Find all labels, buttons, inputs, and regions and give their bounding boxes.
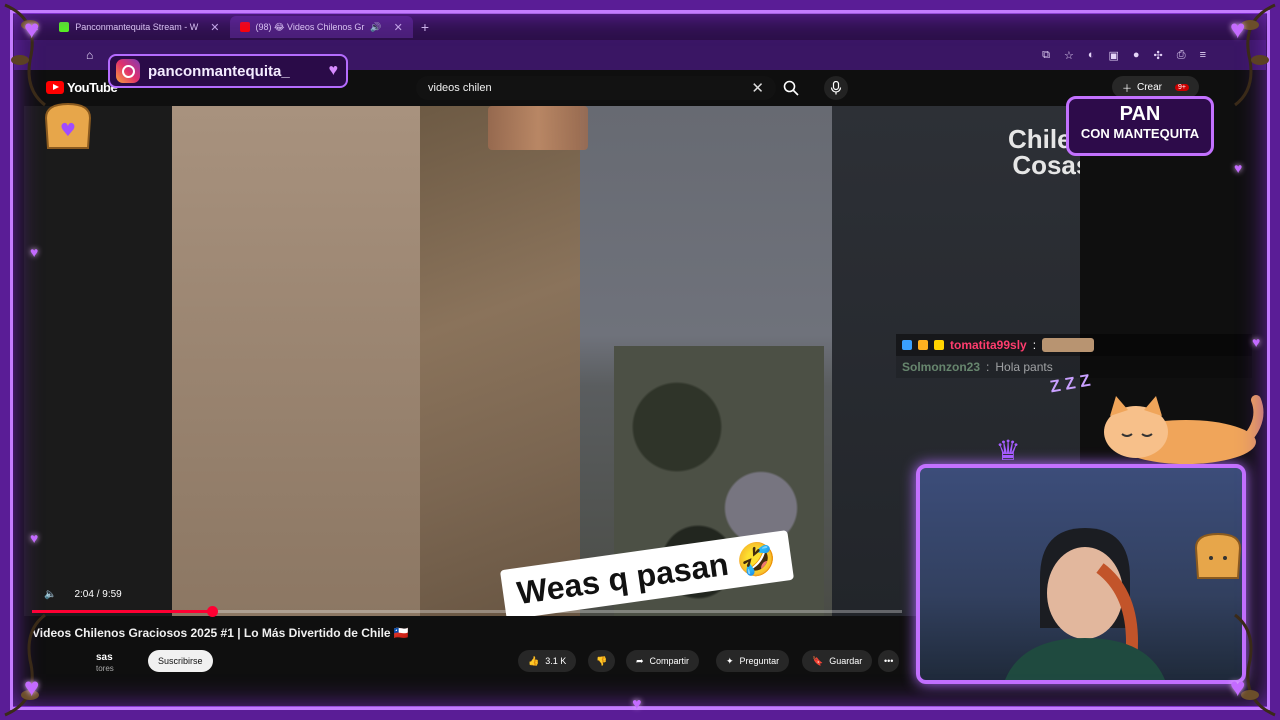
new-tab-button[interactable]: + (413, 19, 437, 35)
heart-icon: ♥ (1230, 14, 1246, 44)
heart-icon: ♥ (1252, 334, 1261, 350)
subscribe-button[interactable]: Suscribirse (148, 650, 213, 672)
heart-icon: ♥ (632, 696, 642, 713)
channel-name[interactable]: sas (96, 652, 113, 663)
bookmark-star-icon[interactable]: ☆ (1064, 49, 1074, 62)
save-button[interactable]: 🔖 Guardar (802, 650, 873, 672)
search-button[interactable] (778, 76, 804, 100)
close-icon[interactable]: ✕ (210, 21, 219, 34)
plus-icon: ＋ (1122, 83, 1132, 95)
heart-icon: ♥ (24, 672, 40, 702)
notification-count-badge[interactable]: 9+ (1175, 83, 1189, 91)
chat-overlay: tomatita99sly : Solmonzon23 : Hola pants (896, 334, 1252, 378)
svg-text:♥: ♥ (60, 120, 76, 141)
heart-icon: ♥ (328, 62, 339, 79)
extension-icon[interactable]: ● (1133, 49, 1140, 62)
toolbar-icons: ⧉ ☆ ◐ ▣ ● ✣ ⎙ ≡ (1042, 49, 1206, 62)
more-icon: ••• (884, 656, 894, 666)
youtube-favicon-icon (239, 22, 250, 32)
more-options-button[interactable]: ••• (878, 650, 900, 672)
instagram-icon (116, 59, 140, 83)
thumbs-down-icon: 👎 (596, 655, 608, 666)
heart-icon: ♥ (30, 244, 39, 260)
bookmark-icon: 🔖 (812, 655, 824, 666)
tab-2[interactable]: Panconmantequita Stream - W ✕ (49, 16, 229, 38)
time-display: 2:04 / 9:59 (74, 589, 122, 600)
vine-decoration-icon (4, 613, 46, 717)
badge-icon (918, 340, 928, 350)
microphone-icon (830, 81, 842, 95)
sparkle-icon: ✦ (726, 655, 734, 666)
share-icon: ➦ (636, 655, 644, 666)
streamer-video (1005, 528, 1165, 680)
crown-icon: ♛ (995, 435, 1021, 466)
sleeping-cat-icon (1104, 395, 1264, 464)
chat-message: tomatita99sly : (896, 334, 1252, 356)
search-icon (783, 80, 799, 96)
emote-icon (1042, 338, 1095, 352)
chat-username: tomatita99sly (950, 338, 1027, 352)
like-button[interactable]: 👍 3.1 K (518, 650, 577, 672)
tab-title: Panconmantequita Stream - W (75, 22, 199, 32)
speaker-icon[interactable]: 🔊 (370, 22, 381, 33)
toast-mascot-icon (1194, 532, 1242, 579)
clear-icon[interactable]: ✕ (751, 79, 764, 97)
extension-icon[interactable]: ▣ (1108, 49, 1118, 62)
search-value: videos chilen (428, 82, 492, 94)
instagram-handle: panconmantequita_ (148, 62, 290, 80)
thumbs-up-icon: 👍 (528, 655, 540, 666)
vine-decoration-icon (1234, 613, 1276, 717)
heart-icon: ♥ (30, 530, 39, 546)
menu-icon[interactable]: ≡ (1200, 49, 1206, 62)
brand-logo: PAN CON MANTEQUITA (1066, 96, 1214, 156)
thumbs-up-sticker (488, 106, 588, 150)
share-button[interactable]: ➦ Compartir (626, 650, 700, 672)
dislike-button[interactable]: 👎 (588, 650, 616, 672)
voice-search-button[interactable] (824, 76, 848, 100)
install-icon[interactable]: ⧉ (1042, 49, 1050, 62)
frame-top-border (0, 0, 1280, 14)
browser-tab-bar: ✕ Panconmantequita Stream - W ✕ (98) 😂 V… (14, 14, 1266, 40)
volume-icon[interactable]: 🔈 (44, 589, 56, 600)
player-controls: 🔈 2:04 / 9:59 (44, 589, 122, 600)
progress-scrubber[interactable] (207, 606, 219, 617)
create-button[interactable]: ＋ Crear 9+ (1112, 76, 1199, 98)
puzzle-icon[interactable]: ✣ (1154, 49, 1163, 62)
badge-icon (902, 340, 912, 350)
search-input[interactable]: videos chilen ✕ (416, 76, 776, 100)
chat-text: Hola pants (995, 360, 1053, 374)
progress-bar[interactable] (32, 606, 902, 617)
tab-title: (98) 😂 Videos Chilenos Gr (255, 21, 365, 32)
close-icon[interactable]: ✕ (394, 21, 403, 34)
tab-3[interactable]: (98) 😂 Videos Chilenos Gr 🔊 ✕ (229, 16, 413, 38)
extension-icon[interactable]: ◐ (1088, 49, 1095, 62)
chat-username: Solmonzon23 (902, 360, 981, 374)
heart-icon: ♥ (24, 14, 40, 44)
heart-icon: ♥ (1234, 160, 1243, 176)
print-icon[interactable]: ⎙ (1177, 49, 1186, 62)
home-icon[interactable]: ⌂ (86, 48, 93, 62)
video-frame-left (172, 106, 420, 616)
crown-icon (934, 340, 944, 350)
channel-subscribers: tores (96, 664, 114, 673)
video-title: Videos Chilenos Graciosos 2025 #1 | Lo M… (32, 626, 409, 640)
ask-button[interactable]: ✦ Preguntar (716, 650, 790, 672)
instagram-badge: panconmantequita_ ♥ (108, 54, 348, 88)
channel-row: sas tores Suscribirse 👍 3.1 K 👎 ➦ Compar… (32, 648, 902, 676)
heart-icon: ♥ (1230, 672, 1246, 702)
